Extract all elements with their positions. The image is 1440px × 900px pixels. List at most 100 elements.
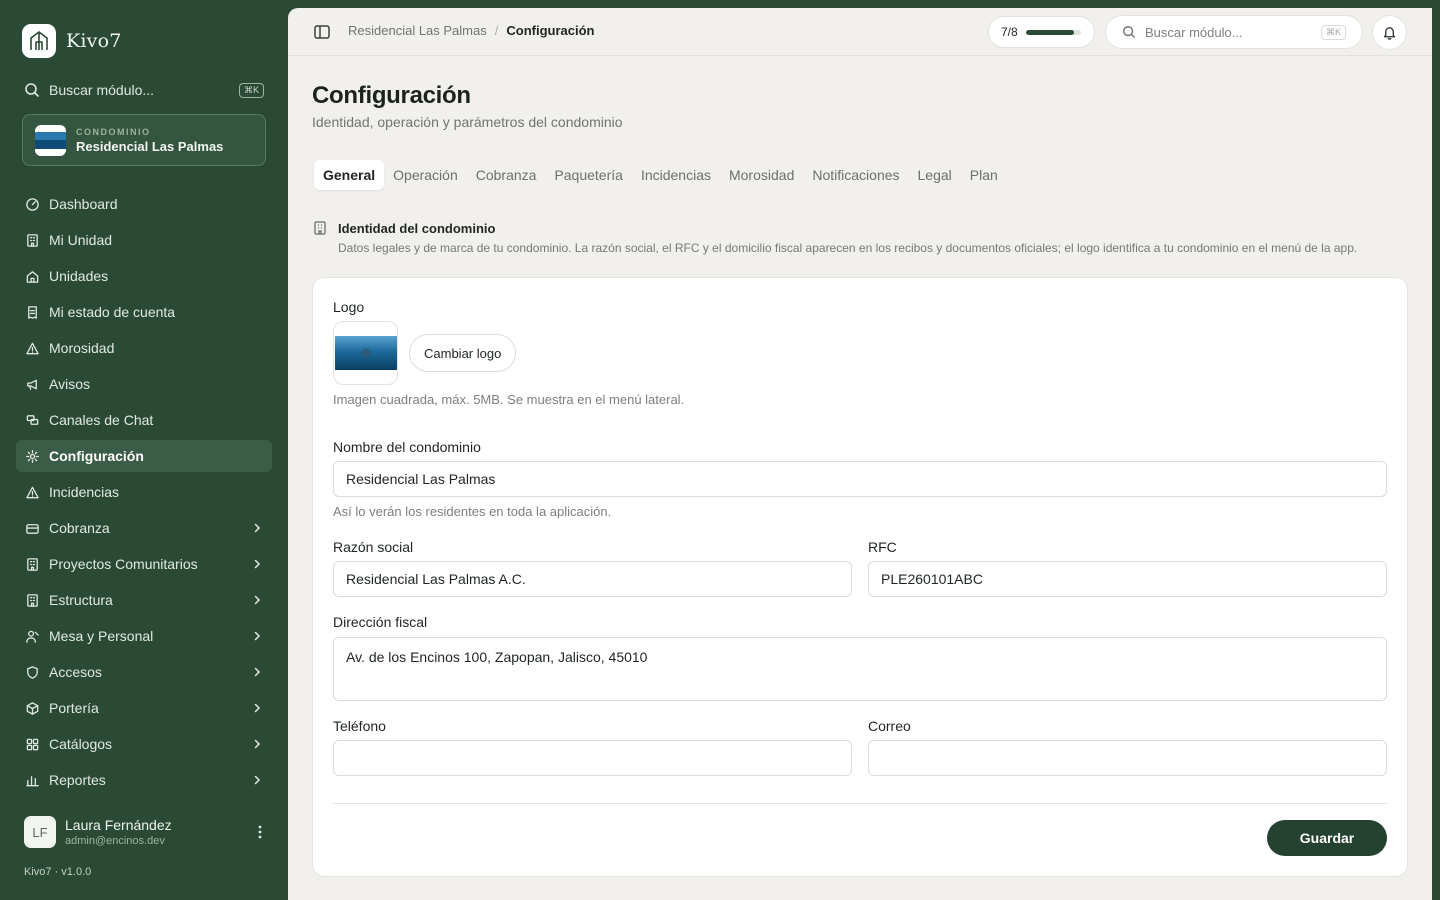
sidebar-item-estructura[interactable]: Estructura: [16, 584, 272, 616]
tab-incidencias[interactable]: Incidencias: [632, 160, 720, 190]
breadcrumb-condo[interactable]: Residencial Las Palmas: [348, 23, 487, 38]
razon-social-input[interactable]: Residencial Las Palmas A.C.: [333, 561, 852, 597]
sidebar-item-dashboard[interactable]: Dashboard: [16, 188, 272, 220]
tab-notificaciones[interactable]: Notificaciones: [803, 160, 908, 190]
sidebar-item-accesos[interactable]: Accesos: [16, 656, 272, 688]
sidebar-item-porteria[interactable]: Portería: [16, 692, 272, 724]
more-vertical-icon[interactable]: [258, 825, 262, 839]
box-icon: [24, 700, 40, 716]
chevron-right-icon: [250, 521, 264, 535]
tab-legal[interactable]: Legal: [909, 160, 961, 190]
section-header: Identidad del condominio: [312, 220, 495, 236]
condo-name-input[interactable]: Residencial Las Palmas: [333, 461, 1387, 497]
condo-thumbnail: [35, 124, 66, 156]
building-icon: [24, 592, 40, 608]
logo-image: [335, 336, 397, 370]
top-search[interactable]: Buscar módulo... ⌘K: [1105, 15, 1363, 49]
sidebar-item-canales-de-chat[interactable]: Canales de Chat: [16, 404, 272, 436]
search-icon: [1123, 26, 1136, 39]
rfc-label: RFC: [868, 539, 897, 555]
tab-cobranza[interactable]: Cobranza: [467, 160, 546, 190]
breadcrumb-separator: /: [494, 23, 499, 38]
sidebar-item-mi-unidad[interactable]: Mi Unidad: [16, 224, 272, 256]
sidebar-item-label: Reportes: [49, 772, 106, 788]
app-logo-icon: [22, 24, 56, 58]
name-hint: Así lo verán los residentes en toda la a…: [333, 504, 612, 519]
sidebar-item-configuracion[interactable]: Configuración: [16, 440, 272, 472]
main-content: Residencial Las Palmas / Configuración 7…: [288, 8, 1432, 900]
chevron-right-icon: [250, 557, 264, 571]
person-icon: [24, 628, 40, 644]
grid-icon: [24, 736, 40, 752]
top-search-placeholder: Buscar módulo...: [1145, 24, 1243, 40]
app-version: Kivo7 · v1.0.0: [24, 866, 92, 878]
section-description: Datos legales y de marca de tu condomini…: [338, 241, 1358, 255]
warning-icon: [24, 484, 40, 500]
address-textarea[interactable]: Av. de los Encinos 100, Zapopan, Jalisco…: [333, 637, 1387, 701]
phone-input[interactable]: [333, 740, 852, 776]
sidebar-nav: Dashboard Mi Unidad Unidades Mi estado de c…: [16, 188, 272, 800]
building-icon: [24, 232, 40, 248]
logo-hint: Imagen cuadrada, máx. 5MB. Se muestra en…: [333, 392, 685, 407]
sidebar-item-mesa-y-personal[interactable]: Mesa y Personal: [16, 620, 272, 652]
sidebar-item-label: Avisos: [49, 376, 90, 392]
chevron-right-icon: [250, 665, 264, 679]
notifications-button[interactable]: [1372, 15, 1407, 50]
sidebar-item-label: Dashboard: [49, 196, 118, 212]
page-title: Configuración: [312, 82, 471, 109]
sidebar-item-label: Portería: [49, 700, 99, 716]
sidebar-item-label: Mi estado de cuenta: [49, 304, 176, 320]
sidebar-item-label: Unidades: [49, 268, 109, 284]
form-divider: [333, 803, 1387, 804]
tab-plan[interactable]: Plan: [961, 160, 1007, 190]
sidebar-search-placeholder: Buscar módulo...: [49, 82, 155, 98]
user-email: admin@encinos.dev: [65, 835, 165, 847]
email-label: Correo: [868, 718, 911, 734]
condo-switcher[interactable]: CONDOMINIO Residencial Las Palmas: [22, 114, 266, 166]
setup-progress-fill: [1025, 29, 1074, 35]
email-input[interactable]: [868, 740, 1387, 776]
sidebar-item-label: Proyectos Comunitarios: [49, 556, 198, 572]
sidebar: Kivo7 Buscar módulo... ⌘K CONDOMINIO Res…: [0, 0, 288, 900]
user-name: Laura Fernández: [65, 817, 172, 833]
sidebar-item-mi-estado-de-cuenta[interactable]: Mi estado de cuenta: [16, 296, 272, 328]
name-label: Nombre del condominio: [333, 439, 481, 455]
chevron-right-icon: [250, 629, 264, 643]
sidebar-item-avisos[interactable]: Avisos: [16, 368, 272, 400]
save-button[interactable]: Guardar: [1267, 820, 1387, 856]
chevron-right-icon: [250, 737, 264, 751]
brand[interactable]: Kivo7: [22, 24, 122, 58]
sidebar-item-unidades[interactable]: Unidades: [16, 260, 272, 292]
sidebar-item-incidencias[interactable]: Incidencias: [16, 476, 272, 508]
identity-form-card: Logo Cambiar logo Imagen cuadrada, máx. …: [312, 277, 1408, 877]
sidebar-toggle-icon[interactable]: [313, 23, 331, 41]
sidebar-item-cobranza[interactable]: Cobranza: [16, 512, 272, 544]
search-icon: [25, 83, 40, 98]
section-title: Identidad del condominio: [338, 220, 496, 236]
sidebar-item-reportes[interactable]: Reportes: [16, 764, 272, 796]
sidebar-item-morosidad[interactable]: Morosidad: [16, 332, 272, 364]
sidebar-item-label: Mesa y Personal: [49, 628, 154, 644]
chevron-right-icon: [250, 773, 264, 787]
rfc-input[interactable]: PLE260101ABC: [868, 561, 1387, 597]
sidebar-item-label: Incidencias: [49, 484, 120, 500]
sidebar-item-label: Accesos: [49, 664, 102, 680]
tab-morosidad[interactable]: Morosidad: [720, 160, 803, 190]
setup-progress[interactable]: 7/8: [988, 16, 1095, 48]
user-profile[interactable]: LF Laura Fernández admin@encinos.dev: [24, 814, 268, 850]
change-logo-button[interactable]: Cambiar logo: [409, 334, 517, 372]
tab-paqueteria[interactable]: Paquetería: [545, 160, 632, 190]
sidebar-search-shortcut: ⌘K: [238, 82, 264, 98]
sidebar-item-label: Estructura: [49, 592, 113, 608]
condo-name: Residencial Las Palmas: [76, 138, 224, 154]
sidebar-search[interactable]: Buscar módulo... ⌘K: [24, 80, 264, 100]
tab-general[interactable]: General: [314, 160, 385, 190]
chevron-right-icon: [250, 593, 264, 607]
sidebar-item-proyectos-comunitarios[interactable]: Proyectos Comunitarios: [16, 548, 272, 580]
tab-operacion[interactable]: Operación: [384, 160, 467, 190]
chat-icon: [24, 412, 40, 428]
sidebar-item-catalogos[interactable]: Catálogos: [16, 728, 272, 760]
logo-preview: [333, 321, 398, 385]
sidebar-item-label: Canales de Chat: [49, 412, 154, 428]
megaphone-icon: [24, 376, 40, 392]
